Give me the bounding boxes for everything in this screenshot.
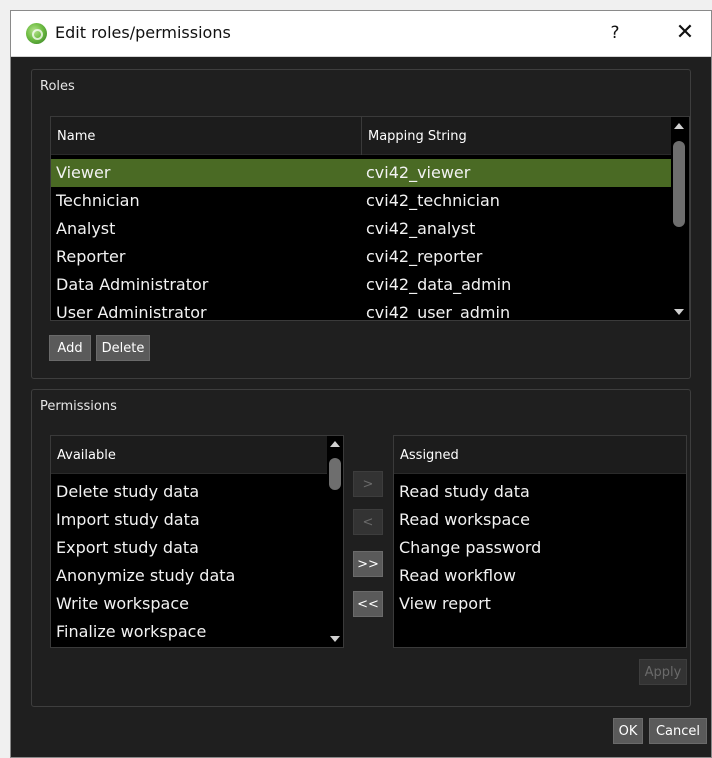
assigned-list-header: Assigned xyxy=(394,436,686,474)
apply-button[interactable]: Apply xyxy=(639,659,687,685)
scroll-down-icon[interactable] xyxy=(674,309,684,315)
list-item[interactable]: Export study data xyxy=(51,534,327,562)
scroll-up-icon[interactable] xyxy=(674,123,684,129)
permission-label: Finalize workspace xyxy=(56,622,207,641)
list-item[interactable]: Import study data xyxy=(51,506,327,534)
list-item[interactable]: Change password xyxy=(394,534,686,562)
column-header-mapping-string[interactable]: Mapping String xyxy=(368,129,467,144)
role-name-cell: Viewer xyxy=(56,163,111,182)
move-right-button[interactable]: > xyxy=(353,471,383,497)
permission-label: Anonymize study data xyxy=(56,566,236,585)
role-name-cell: Data Administrator xyxy=(56,275,209,294)
column-header-name[interactable]: Name xyxy=(57,129,95,144)
ok-button[interactable]: OK xyxy=(613,718,643,744)
roles-scrollbar[interactable] xyxy=(671,117,687,320)
table-row[interactable]: Viewer cvi42_viewer xyxy=(51,159,671,187)
permission-label: Delete study data xyxy=(56,482,200,501)
role-mapping-cell: cvi42_viewer xyxy=(366,163,471,182)
move-left-button[interactable]: < xyxy=(353,509,383,535)
scroll-thumb[interactable] xyxy=(673,141,685,227)
cancel-button[interactable]: Cancel xyxy=(649,718,707,744)
permission-label: Change password xyxy=(399,538,542,557)
role-mapping-cell: cvi42_data_admin xyxy=(366,275,512,294)
table-row[interactable]: Technician cvi42_technician xyxy=(51,187,671,215)
assigned-permissions-list[interactable]: Assigned Read study data Read workspace … xyxy=(393,435,687,648)
scroll-down-icon[interactable] xyxy=(330,636,340,642)
roles-table-header: Name Mapping String xyxy=(51,117,671,155)
role-name-cell: User Administrator xyxy=(56,303,207,321)
list-item[interactable]: View report xyxy=(394,590,686,618)
role-mapping-cell: cvi42_user_admin xyxy=(366,303,511,321)
permission-label: Read workspace xyxy=(399,510,530,529)
delete-role-button[interactable]: Delete xyxy=(96,335,150,361)
available-permissions-list[interactable]: Available Delete study data Import study… xyxy=(50,435,344,648)
role-name-cell: Reporter xyxy=(56,247,126,266)
available-header: Available xyxy=(57,448,116,463)
permissions-group-label: Permissions xyxy=(40,399,117,414)
role-name-cell: Analyst xyxy=(56,219,116,238)
move-all-right-button[interactable]: >> xyxy=(353,551,383,577)
close-icon[interactable]: ✕ xyxy=(671,19,699,47)
list-item[interactable]: Write workspace xyxy=(51,590,327,618)
roles-group-label: Roles xyxy=(40,79,75,94)
list-item[interactable]: Read workflow xyxy=(394,562,686,590)
roles-table[interactable]: Name Mapping String Viewer cvi42_viewer … xyxy=(50,116,690,321)
list-item[interactable]: Read workspace xyxy=(394,506,686,534)
permission-label: Import study data xyxy=(56,510,200,529)
table-row[interactable]: Analyst cvi42_analyst xyxy=(51,215,671,243)
list-item[interactable]: Finalize workspace xyxy=(51,618,327,646)
table-row[interactable]: Data Administrator cvi42_data_admin xyxy=(51,271,671,299)
role-mapping-cell: cvi42_reporter xyxy=(366,247,483,266)
role-mapping-cell: cvi42_technician xyxy=(366,191,500,210)
permission-label: Read workflow xyxy=(399,566,516,585)
permission-label: Read study data xyxy=(399,482,530,501)
list-item[interactable]: Read study data xyxy=(394,478,686,506)
list-item[interactable]: Delete study data xyxy=(51,478,327,506)
table-row[interactable]: Reporter cvi42_reporter xyxy=(51,243,671,271)
move-all-left-button[interactable]: << xyxy=(353,591,383,617)
list-item[interactable]: Anonymize study data xyxy=(51,562,327,590)
permission-label: View report xyxy=(399,594,491,613)
scroll-up-icon[interactable] xyxy=(330,441,340,447)
permission-label: Export study data xyxy=(56,538,199,557)
permission-label: Write workspace xyxy=(56,594,189,613)
scroll-thumb[interactable] xyxy=(329,458,341,490)
column-separator[interactable] xyxy=(361,117,362,155)
role-mapping-cell: cvi42_analyst xyxy=(366,219,476,238)
assigned-header: Assigned xyxy=(400,448,459,463)
dialog-window: Edit roles/permissions ? ✕ Roles Name Ma… xyxy=(10,10,712,758)
window-title: Edit roles/permissions xyxy=(55,23,231,42)
role-name-cell: Technician xyxy=(56,191,140,210)
table-row[interactable]: User Administrator cvi42_user_admin xyxy=(51,299,671,321)
green-orb-icon xyxy=(26,23,47,44)
add-role-button[interactable]: Add xyxy=(49,335,91,361)
help-button[interactable]: ? xyxy=(603,21,627,45)
available-scrollbar[interactable] xyxy=(327,436,343,647)
title-bar: Edit roles/permissions ? ✕ xyxy=(11,11,711,57)
available-list-header: Available xyxy=(51,436,327,474)
